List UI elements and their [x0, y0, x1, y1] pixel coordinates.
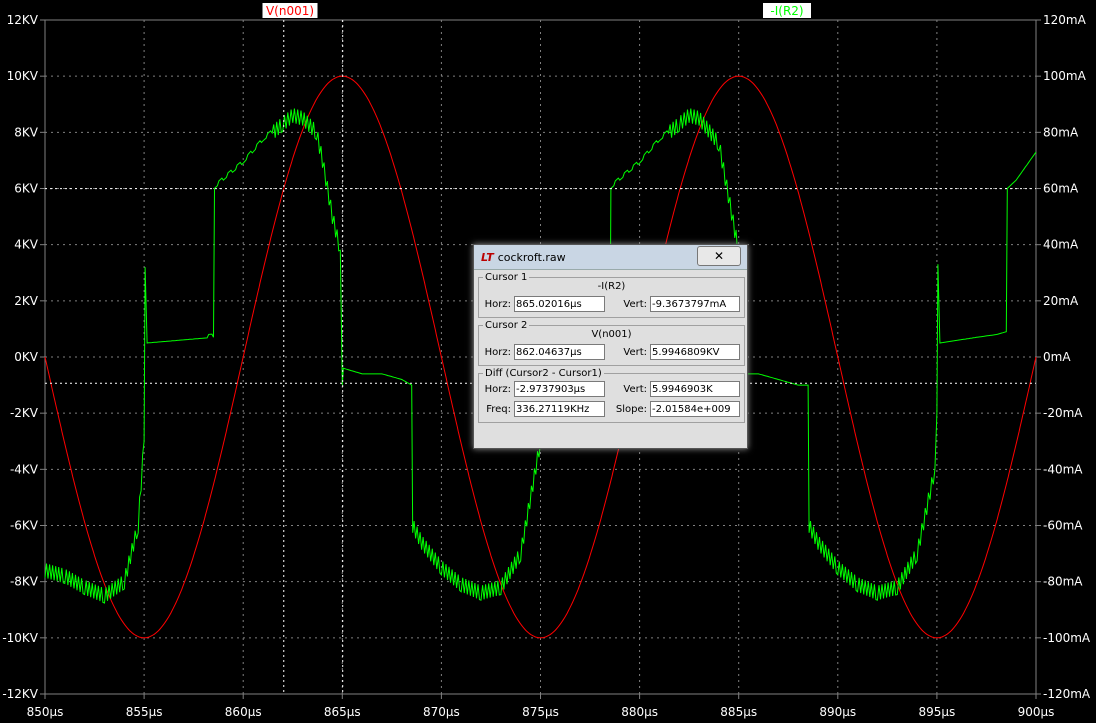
- cursor1-vert-label: Vert:: [623, 298, 647, 310]
- y-left-tick-label: 4KV: [14, 238, 39, 252]
- x-tick-label: 865µs: [324, 705, 361, 719]
- y-right-tick-label: 120mA: [1043, 13, 1087, 27]
- diff-horz-label: Horz:: [484, 383, 511, 395]
- cursor1-horz-label: Horz:: [484, 298, 511, 310]
- cursor2-legend: Cursor 2: [485, 320, 528, 331]
- cursor2-vert-label: Vert:: [623, 346, 647, 358]
- cursor-dialog[interactable]: LT cockroft.raw ✕ Cursor 1 -I(R2) Horz: …: [473, 244, 748, 449]
- cursor2-group: Cursor 2 V(n001) Horz: Vert:: [478, 320, 745, 366]
- x-tick-label: 855µs: [126, 705, 163, 719]
- y-left-tick-label: 10KV: [7, 69, 39, 83]
- legend-label[interactable]: -I(R2): [770, 4, 803, 18]
- legend-label[interactable]: V(n001): [266, 4, 314, 18]
- y-left-tick-label: 12KV: [7, 13, 39, 27]
- cursor2-horz-label: Horz:: [484, 346, 511, 358]
- y-left-tick-label: 6KV: [14, 182, 39, 196]
- y-right-tick-label: -120mA: [1043, 687, 1091, 701]
- diff-slope-label: Slope:: [615, 403, 647, 415]
- y-left-tick-label: -10KV: [2, 631, 38, 645]
- y-left-tick-label: 8KV: [14, 125, 39, 139]
- trace-legend[interactable]: V(n001) -I(R2): [262, 3, 812, 18]
- cursor2-vert-field[interactable]: [650, 344, 740, 360]
- diff-group: Diff (Cursor2 - Cursor1) Horz: Vert: Fre…: [478, 368, 745, 423]
- x-tick-label: 900µs: [1018, 705, 1055, 719]
- diff-legend: Diff (Cursor2 - Cursor1): [485, 368, 602, 379]
- x-tick-label: 875µs: [522, 705, 559, 719]
- x-tick-label: 895µs: [919, 705, 956, 719]
- x-tick-label: 880µs: [621, 705, 658, 719]
- dialog-title: cockroft.raw: [497, 250, 566, 264]
- y-right-tick-label: -20mA: [1043, 406, 1083, 420]
- cursor1-horz-field[interactable]: [514, 296, 605, 312]
- x-tick-label: 870µs: [423, 705, 460, 719]
- y-left-tick-label: -6KV: [10, 519, 39, 533]
- y-left-tick-label: 2KV: [14, 294, 39, 308]
- cursor1-vert-field[interactable]: [650, 296, 740, 312]
- y-right-tick-label: 40mA: [1043, 238, 1079, 252]
- y-left-tick-label: -2KV: [10, 406, 39, 420]
- diff-freq-label: Freq:: [486, 403, 511, 415]
- diff-vert-field[interactable]: [650, 381, 740, 397]
- y-right-tick-label: -40mA: [1043, 462, 1083, 476]
- cursor1-legend: Cursor 1: [485, 272, 528, 283]
- y-right-tick-label: 0mA: [1043, 350, 1071, 364]
- x-tick-label: 850µs: [27, 705, 64, 719]
- dialog-titlebar[interactable]: LT cockroft.raw ✕: [474, 245, 747, 270]
- y-left-tick-label: -4KV: [10, 462, 39, 476]
- x-tick-label: 860µs: [225, 705, 262, 719]
- cursor2-horz-field[interactable]: [514, 344, 605, 360]
- diff-horz-field[interactable]: [514, 381, 605, 397]
- diff-vert-label: Vert:: [623, 383, 647, 395]
- ltspice-logo-icon: LT: [481, 250, 494, 264]
- cursor1-group: Cursor 1 -I(R2) Horz: Vert:: [478, 272, 745, 318]
- x-tick-label: 885µs: [720, 705, 757, 719]
- y-right-tick-label: -100mA: [1043, 631, 1091, 645]
- y-right-tick-label: 60mA: [1043, 182, 1079, 196]
- diff-slope-field[interactable]: [650, 401, 740, 417]
- y-right-tick-label: 100mA: [1043, 69, 1087, 83]
- y-left-tick-label: -12KV: [2, 687, 38, 701]
- close-button[interactable]: ✕: [697, 246, 741, 266]
- y-right-tick-label: -80mA: [1043, 575, 1083, 589]
- y-right-tick-label: 20mA: [1043, 294, 1079, 308]
- x-tick-label: 890µs: [819, 705, 856, 719]
- y-left-tick-label: 0KV: [14, 350, 39, 364]
- y-right-tick-label: 80mA: [1043, 125, 1079, 139]
- y-right-tick-label: -60mA: [1043, 519, 1083, 533]
- diff-freq-field[interactable]: [514, 401, 605, 417]
- y-left-tick-label: -8KV: [10, 575, 39, 589]
